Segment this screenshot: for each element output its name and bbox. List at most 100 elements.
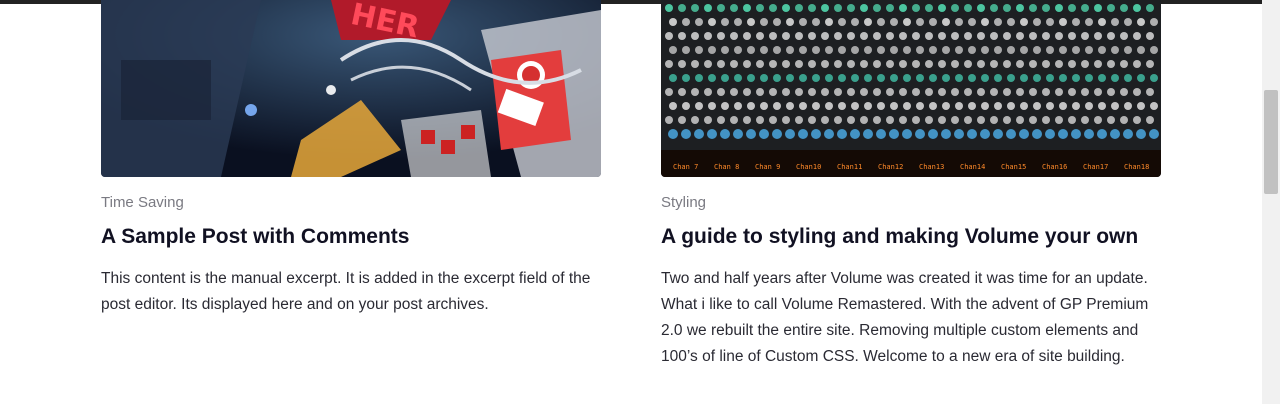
console-knob	[877, 74, 885, 82]
console-knob	[977, 4, 985, 12]
console-knob	[847, 60, 855, 68]
console-knob	[756, 88, 764, 96]
scrollbar-thumb[interactable]	[1264, 90, 1278, 194]
console-knob	[938, 60, 946, 68]
console-knob	[799, 46, 807, 54]
console-knob	[1007, 74, 1015, 82]
console-knob	[860, 116, 868, 124]
console-knob	[743, 88, 751, 96]
console-knob	[1033, 18, 1041, 26]
console-knob	[968, 74, 976, 82]
console-knob	[1146, 32, 1154, 40]
console-channel-label: Chan14	[960, 163, 985, 171]
console-knob	[1111, 46, 1119, 54]
console-knob	[760, 18, 768, 26]
console-knob	[1094, 88, 1102, 96]
console-knob	[1006, 129, 1016, 139]
console-knob	[668, 129, 678, 139]
console-knob	[847, 32, 855, 40]
console-knob	[860, 32, 868, 40]
console-knob	[1098, 46, 1106, 54]
console-knob	[1107, 116, 1115, 124]
console-knob	[964, 116, 972, 124]
console-knob	[1055, 88, 1063, 96]
post-thumbnail-pinball[interactable]: HER	[101, 0, 601, 177]
console-knob	[864, 102, 872, 110]
post-title[interactable]: A Sample Post with Comments	[101, 224, 601, 250]
post-category[interactable]: Time Saving	[101, 194, 601, 212]
post-excerpt: This content is the manual excerpt. It i…	[101, 270, 591, 313]
console-knob	[990, 32, 998, 40]
console-knob	[691, 4, 699, 12]
console-knob	[1016, 4, 1024, 12]
post-category[interactable]: Styling	[661, 194, 1161, 212]
console-knob	[1068, 4, 1076, 12]
console-knob	[773, 46, 781, 54]
console-knob	[730, 116, 738, 124]
console-knob	[1003, 88, 1011, 96]
console-knob	[990, 60, 998, 68]
console-knob	[1016, 88, 1024, 96]
console-knob	[730, 60, 738, 68]
post-card-sample-post: HER Time Saving A Sample Post with Comme…	[101, 0, 601, 318]
console-knob	[708, 46, 716, 54]
console-knob	[1007, 46, 1015, 54]
console-knob	[981, 46, 989, 54]
console-knob	[1042, 88, 1050, 96]
console-knob	[730, 88, 738, 96]
console-knob	[1055, 32, 1063, 40]
console-knob	[721, 18, 729, 26]
console-knob	[929, 102, 937, 110]
console-knob	[734, 18, 742, 26]
console-knob	[994, 74, 1002, 82]
console-knob	[977, 32, 985, 40]
console-knob	[704, 60, 712, 68]
console-knob	[721, 102, 729, 110]
console-knob	[756, 32, 764, 40]
console-knob	[785, 129, 795, 139]
console-knob	[1120, 32, 1128, 40]
console-knob	[812, 18, 820, 26]
page-scrollbar[interactable]	[1262, 0, 1280, 404]
post-title[interactable]: A guide to styling and making Volume you…	[661, 224, 1161, 250]
console-knob	[795, 116, 803, 124]
console-knob	[886, 60, 894, 68]
console-knob	[821, 60, 829, 68]
console-knob	[1081, 32, 1089, 40]
console-knob	[873, 60, 881, 68]
console-knob	[981, 102, 989, 110]
console-knob	[837, 129, 847, 139]
console-knob	[942, 18, 950, 26]
console-knob	[942, 74, 950, 82]
console-knob	[877, 46, 885, 54]
console-knob	[756, 60, 764, 68]
console-knob	[808, 116, 816, 124]
console-knob	[808, 60, 816, 68]
console-knob	[1059, 46, 1067, 54]
console-channel-label: Chan 7	[673, 163, 698, 171]
console-knob	[691, 32, 699, 40]
console-knob	[981, 74, 989, 82]
console-knob	[1137, 74, 1145, 82]
console-knob	[682, 102, 690, 110]
console-knob	[734, 102, 742, 110]
console-knob	[743, 4, 751, 12]
console-knob	[1146, 4, 1154, 12]
console-knob	[1081, 88, 1089, 96]
console-knob	[1032, 129, 1042, 139]
console-knob	[786, 46, 794, 54]
console-knob	[925, 32, 933, 40]
console-knob	[851, 46, 859, 54]
console-knob	[994, 46, 1002, 54]
console-knob	[980, 129, 990, 139]
console-knob	[782, 88, 790, 96]
console-knob	[1020, 46, 1028, 54]
console-knob	[850, 129, 860, 139]
console-knob	[955, 102, 963, 110]
console-knob	[1055, 116, 1063, 124]
console-knob	[938, 88, 946, 96]
console-channel-label: Chan16	[1042, 163, 1067, 171]
console-knob	[734, 46, 742, 54]
console-knob	[925, 4, 933, 12]
post-thumbnail-console[interactable]: Chan 7 Chan 8 Chan 9 Chan10 Chan11 Chan12 Chan…	[661, 0, 1161, 177]
